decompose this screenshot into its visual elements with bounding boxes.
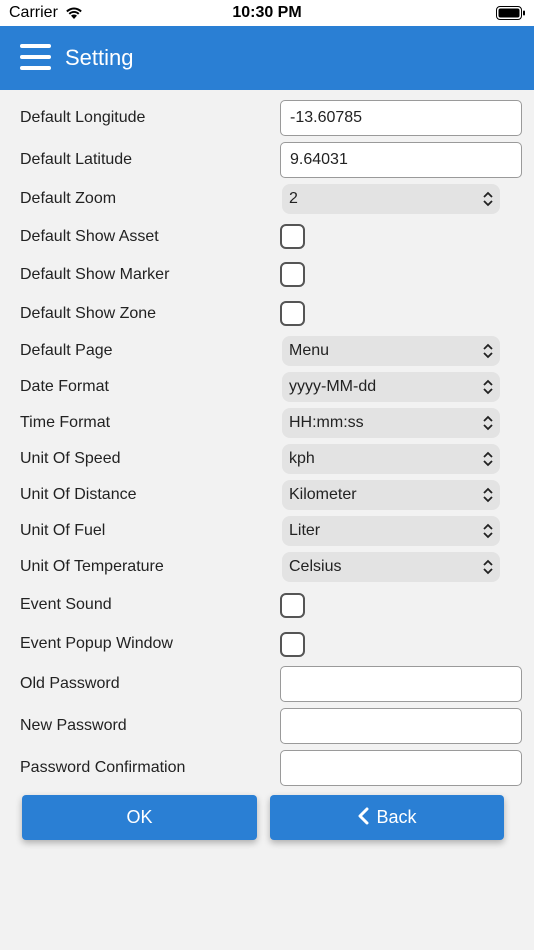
- default-page-value: Menu: [289, 342, 330, 359]
- chevron-up-down-icon: [483, 451, 493, 467]
- chevron-up-down-icon: [483, 559, 493, 575]
- unit-of-temperature-select[interactable]: Celsius: [282, 552, 500, 582]
- default-page-label: Default Page: [20, 342, 113, 359]
- date-format-select[interactable]: yyyy-MM-dd: [282, 372, 500, 402]
- settings-form: Default Longitude -13.60785 Default Lati…: [0, 90, 534, 950]
- back-button-label: Back: [376, 807, 417, 827]
- chevron-left-icon: [358, 807, 369, 825]
- chevron-up-down-icon: [483, 379, 493, 395]
- default-longitude-input[interactable]: -13.60785: [280, 100, 522, 136]
- old-password-field[interactable]: [280, 666, 522, 702]
- default-latitude-label: Default Latitude: [20, 151, 133, 168]
- unit-of-speed-select[interactable]: kph: [282, 444, 500, 474]
- clock-time: 10:30 PM: [232, 4, 302, 21]
- default-show-zone-label: Default Show Zone: [20, 305, 157, 322]
- date-format-value: yyyy-MM-dd: [289, 378, 377, 395]
- battery-icon: [496, 6, 525, 20]
- chevron-up-down-icon: [483, 343, 493, 359]
- unit-of-fuel-value: Liter: [289, 522, 321, 539]
- password-confirmation-label: Password Confirmation: [20, 759, 186, 776]
- unit-of-speed-value: kph: [289, 450, 315, 467]
- default-show-asset-checkbox[interactable]: [280, 224, 305, 249]
- default-zoom-value: 2: [289, 190, 298, 207]
- chevron-up-down-icon: [483, 415, 493, 431]
- new-password-label: New Password: [20, 717, 127, 734]
- default-latitude-input[interactable]: 9.64031: [280, 142, 522, 178]
- password-confirmation-field[interactable]: [280, 750, 522, 786]
- unit-of-distance-value: Kilometer: [289, 486, 357, 503]
- time-format-select[interactable]: HH:mm:ss: [282, 408, 500, 438]
- app-header: Setting: [0, 26, 534, 90]
- chevron-up-down-icon: [483, 523, 493, 539]
- default-show-asset-label: Default Show Asset: [20, 228, 159, 245]
- default-show-marker-checkbox[interactable]: [280, 262, 305, 287]
- event-sound-checkbox[interactable]: [280, 593, 305, 618]
- default-zoom-label: Default Zoom: [20, 190, 117, 207]
- ok-button[interactable]: OK: [22, 795, 257, 840]
- status-bar: Carrier 10:30 PM: [0, 0, 534, 26]
- event-popup-window-label: Event Popup Window: [20, 635, 173, 652]
- time-format-label: Time Format: [20, 414, 111, 431]
- chevron-up-down-icon: [483, 487, 493, 503]
- unit-of-temperature-label: Unit Of Temperature: [20, 558, 164, 575]
- new-password-field[interactable]: [280, 708, 522, 744]
- back-button[interactable]: Back: [270, 795, 504, 840]
- date-format-label: Date Format: [20, 378, 109, 395]
- event-popup-window-checkbox[interactable]: [280, 632, 305, 657]
- default-zoom-select[interactable]: 2: [282, 184, 500, 214]
- default-longitude-label: Default Longitude: [20, 109, 146, 126]
- default-show-marker-label: Default Show Marker: [20, 266, 170, 283]
- page-title: Setting: [65, 45, 134, 70]
- chevron-up-down-icon: [483, 191, 493, 207]
- unit-of-temperature-value: Celsius: [289, 558, 342, 575]
- hamburger-menu-icon[interactable]: [20, 44, 51, 70]
- unit-of-fuel-label: Unit Of Fuel: [20, 522, 106, 539]
- unit-of-distance-select[interactable]: Kilometer: [282, 480, 500, 510]
- unit-of-distance-label: Unit Of Distance: [20, 486, 137, 503]
- ok-button-label: OK: [126, 807, 153, 827]
- old-password-label: Old Password: [20, 675, 120, 692]
- event-sound-label: Event Sound: [20, 596, 112, 613]
- unit-of-fuel-select[interactable]: Liter: [282, 516, 500, 546]
- default-show-zone-checkbox[interactable]: [280, 301, 305, 326]
- time-format-value: HH:mm:ss: [289, 414, 364, 431]
- default-page-select[interactable]: Menu: [282, 336, 500, 366]
- unit-of-speed-label: Unit Of Speed: [20, 450, 121, 467]
